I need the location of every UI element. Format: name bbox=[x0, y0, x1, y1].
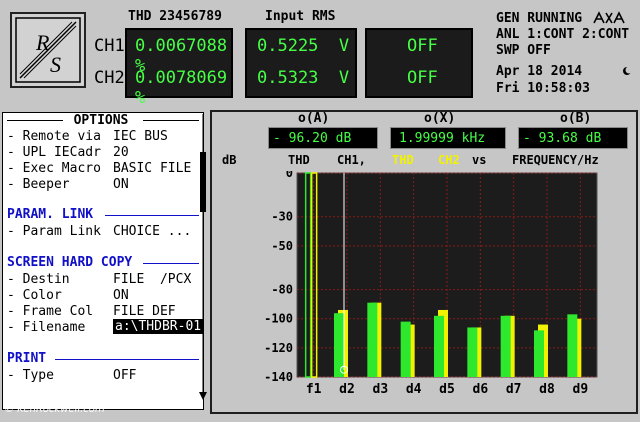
option-frame-col-value[interactable]: FILE DEF bbox=[113, 304, 176, 319]
option-iecadr-value[interactable]: 20 bbox=[113, 145, 129, 160]
y-tick-label: -80 bbox=[271, 283, 293, 297]
readout-a-value: - 96.20 dB bbox=[273, 131, 352, 146]
option-macro-value[interactable]: BASIC FILE bbox=[113, 161, 191, 176]
option-type-value[interactable]: OFF bbox=[113, 368, 136, 383]
section-print: PRINT bbox=[7, 351, 47, 366]
rs-logo-graphic: R S bbox=[15, 17, 81, 83]
x-tick-label: d8 bbox=[539, 382, 555, 397]
scrollbar-track bbox=[199, 114, 207, 400]
thd-display-title: THD 23456789 bbox=[128, 9, 222, 24]
bar-ch1 bbox=[567, 314, 578, 377]
legend-thd-ch2: THD bbox=[392, 153, 414, 167]
ch2-label: CH2 bbox=[94, 68, 125, 88]
y-tick-label: -30 bbox=[271, 210, 293, 224]
readout-x-box[interactable]: 1.99999 kHz bbox=[390, 127, 506, 149]
y-tick-label: 0 bbox=[286, 171, 293, 180]
generator-running-icon bbox=[593, 11, 625, 24]
legend-ch1: CH1, bbox=[337, 153, 366, 167]
option-destin-label: - Destin bbox=[7, 272, 70, 287]
section-screen-rule bbox=[143, 263, 199, 264]
svg-text:S: S bbox=[50, 52, 61, 77]
ch1-rms-value: 0.5225 V bbox=[257, 36, 350, 56]
date-display: Apr 18 2014 bbox=[496, 64, 583, 79]
header-bar: R S CH1 CH2 THD 23456789 Input RMS 0.006… bbox=[0, 0, 640, 108]
third-display-value-1: OFF bbox=[407, 36, 438, 56]
x-tick-label: d2 bbox=[339, 382, 355, 397]
bar-ch1 bbox=[334, 313, 344, 377]
x-tick-label: d5 bbox=[439, 382, 455, 397]
legend-thd: THD bbox=[288, 153, 310, 167]
option-type-label: - Type bbox=[7, 368, 54, 383]
options-title-rule-left bbox=[7, 120, 63, 121]
readout-a-label: o(A) bbox=[298, 111, 330, 126]
bar-ch1 bbox=[367, 302, 378, 377]
option-frame-col-label: - Frame Col bbox=[7, 304, 94, 319]
section-param-link: PARAM. LINK bbox=[7, 207, 94, 222]
section-param-rule bbox=[105, 215, 199, 216]
y-tick-label: -50 bbox=[271, 239, 293, 253]
rms-lcd-display[interactable]: 0.5225 V 0.5323 V bbox=[245, 28, 357, 98]
legend-vs: vs bbox=[472, 153, 487, 167]
bar-ch1 bbox=[434, 315, 444, 377]
filename-input[interactable]: a:\THDBR-01 bbox=[113, 319, 203, 334]
option-beeper-value[interactable]: ON bbox=[113, 177, 129, 192]
option-iecadr-label: - UPL IECadr bbox=[7, 145, 101, 160]
thd-lcd-display[interactable]: 0.0067088 % 0.0078069 % bbox=[125, 28, 233, 108]
y-tick-label: -100 bbox=[265, 312, 293, 326]
option-param-link-label: - Param Link bbox=[7, 224, 101, 239]
section-screen-hard-copy: SCREEN HARD COPY bbox=[7, 255, 133, 270]
option-destin-value[interactable]: FILE /PCX bbox=[113, 272, 191, 287]
readout-b-box[interactable]: - 93.68 dB bbox=[518, 127, 628, 149]
option-color-label: - Color bbox=[7, 288, 62, 303]
generator-status: GEN RUNNING bbox=[496, 11, 583, 26]
x-tick-label: d4 bbox=[406, 382, 422, 397]
scroll-down-arrow-icon[interactable] bbox=[199, 392, 207, 400]
moon-icon bbox=[623, 66, 632, 75]
option-color-value[interactable]: ON bbox=[113, 288, 129, 303]
bar-ch1 bbox=[467, 327, 478, 377]
rms-display-title: Input RMS bbox=[265, 9, 336, 24]
options-title-rule-right bbox=[143, 120, 199, 121]
y-tick-label: -120 bbox=[265, 341, 293, 355]
x-tick-label: d9 bbox=[573, 382, 589, 397]
third-lcd-display[interactable]: OFF OFF bbox=[365, 28, 473, 98]
option-filename-label: - Filename bbox=[7, 320, 86, 335]
readout-x-label: o(X) bbox=[424, 111, 456, 126]
footer-credit: © KenRockwell.com bbox=[4, 404, 105, 415]
readout-a-box[interactable]: - 96.20 dB bbox=[268, 127, 378, 149]
y-axis-unit-label: dB bbox=[222, 153, 237, 167]
options-panel[interactable]: OPTIONS - Remote via IEC BUS - UPL IECad… bbox=[2, 112, 204, 410]
rs-logo: R S bbox=[10, 12, 86, 88]
bar-ch1 bbox=[400, 321, 411, 377]
option-remote-label: - Remote via bbox=[7, 129, 101, 144]
scrollbar-thumb[interactable] bbox=[200, 152, 206, 212]
thd-bar-chart[interactable]: 0 -30 -50 -80 -100 -120 -140 f1 d2 d3 d4 d5 d6 d7 d8 d9 bbox=[265, 171, 615, 401]
options-scrollbar[interactable] bbox=[198, 112, 208, 410]
y-tick-label: -140 bbox=[265, 370, 293, 384]
option-remote-value[interactable]: IEC BUS bbox=[113, 129, 168, 144]
x-tick-label: d3 bbox=[373, 382, 389, 397]
option-macro-label: - Exec Macro bbox=[7, 161, 101, 176]
third-display-value-2: OFF bbox=[407, 68, 438, 88]
legend-frequency: FREQUENCY/Hz bbox=[512, 153, 599, 167]
x-tick-label: d7 bbox=[506, 382, 522, 397]
sweep-status: SWP OFF bbox=[496, 43, 551, 58]
readout-x-value: 1.99999 kHz bbox=[399, 131, 486, 146]
x-tick-label: f1 bbox=[306, 382, 322, 397]
ch2-thd-value: 0.0078069 % bbox=[135, 68, 228, 108]
option-param-link-value[interactable]: CHOICE ... bbox=[113, 224, 191, 239]
legend-ch2: CH2 bbox=[438, 153, 460, 167]
readout-b-label: o(B) bbox=[560, 111, 592, 126]
bar-ch1 bbox=[534, 330, 544, 377]
ch1-label: CH1 bbox=[94, 36, 125, 56]
option-beeper-label: - Beeper bbox=[7, 177, 70, 192]
time-display: Fri 10:58:03 bbox=[496, 81, 590, 96]
bar-ch1 bbox=[500, 315, 511, 377]
ch2-rms-value: 0.5323 V bbox=[257, 68, 350, 88]
readout-b-value: - 93.68 dB bbox=[523, 131, 602, 146]
analyzer-status: ANL 1:CONT 2:CONT bbox=[496, 27, 630, 42]
section-print-rule bbox=[55, 359, 199, 360]
svg-text:R: R bbox=[35, 30, 50, 55]
x-tick-label: d6 bbox=[473, 382, 489, 397]
